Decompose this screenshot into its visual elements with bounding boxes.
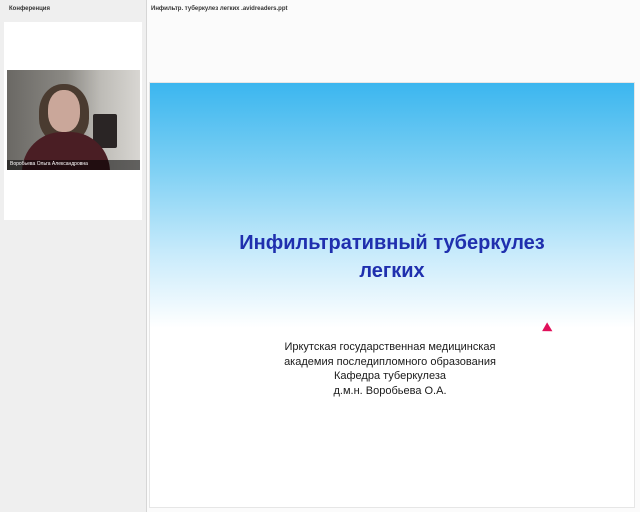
slide-subtitle: Иркутская государственная медицинская ак…	[240, 340, 540, 398]
participant-card[interactable]: Воробьева Ольга Александровна	[4, 22, 142, 220]
slide-gradient-background	[150, 83, 634, 328]
participant-name-bar: Воробьева Ольга Александровна	[7, 160, 140, 170]
participant-video[interactable]: Воробьева Ольга Александровна	[7, 70, 140, 170]
conference-title: Конференция	[9, 6, 50, 12]
slide-subtitle-line-2: академия последипломного образования	[284, 355, 496, 368]
participant-name: Воробьева Ольга Александровна	[10, 161, 88, 167]
slide-subtitle-line-3: Кафедра туберкулеза	[333, 370, 446, 382]
slide-subtitle-line-4: д.м.н. Воробьева О.А.	[333, 384, 447, 397]
document-title: Инфильтр. туберкулез легких .avidreaders…	[151, 6, 288, 12]
presentation-area: Инфильтр. туберкулез легких .avidreaders…	[147, 0, 640, 512]
slide-title-line-1: Инфильтративный туберкулез	[239, 232, 545, 254]
slide-title-line-2: легких	[359, 260, 425, 282]
participant-face	[48, 90, 80, 132]
slide-title: Инфильтративный туберкулез легких	[150, 229, 634, 285]
slide-subtitle-line-1: Иркутская государственная медицинская	[284, 341, 496, 353]
conference-sidebar: Конференция Воробьева Ольга Александровн…	[0, 0, 146, 512]
presentation-slide[interactable]: Инфильтративный туберкулез легких Иркутс…	[149, 82, 635, 508]
